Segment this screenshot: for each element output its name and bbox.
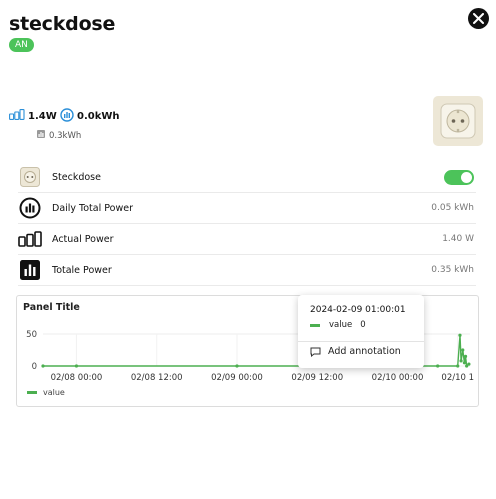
row-label: Totale Power xyxy=(52,264,112,276)
row-value: 0.05 kWh xyxy=(431,203,474,213)
daily-total-icon xyxy=(18,196,42,220)
tooltip-swatch xyxy=(310,323,320,327)
sub-energy-value: 0.3kWh xyxy=(49,130,82,141)
data-point[interactable] xyxy=(74,364,79,368)
row-label: Daily Total Power xyxy=(52,202,133,214)
status-badge: AN xyxy=(9,38,34,52)
data-point[interactable] xyxy=(41,364,45,368)
comment-icon xyxy=(310,347,321,357)
power-bars-icon xyxy=(9,109,25,123)
x-tick-label: 02/09 12:00 xyxy=(291,373,343,383)
tooltip-series-value: 0 xyxy=(360,320,366,330)
device-image xyxy=(433,96,483,146)
data-point[interactable] xyxy=(456,364,460,368)
row-steckdose[interactable]: Steckdose xyxy=(18,162,476,193)
power-value: 1.4W xyxy=(28,110,57,122)
close-button[interactable] xyxy=(468,8,489,29)
sub-energy-metric: 0.3kWh xyxy=(37,130,81,141)
x-tick-label: 02/08 12:00 xyxy=(131,373,183,383)
tooltip-series: value 0 xyxy=(310,320,366,330)
chart-tooltip: 2024-02-09 01:00:01 value 0 Add annotati… xyxy=(298,295,424,368)
row-value: 1.40 W xyxy=(442,234,474,244)
power-bars-icon xyxy=(18,227,42,251)
socket-icon xyxy=(440,103,476,139)
add-annotation-label: Add annotation xyxy=(328,346,401,357)
row-value: 0.35 kWh xyxy=(431,265,474,275)
chart-legend[interactable]: value xyxy=(27,388,65,397)
data-point[interactable] xyxy=(467,362,471,366)
row-actual-power[interactable]: Actual Power 1.40 W xyxy=(18,224,476,255)
row-daily-total-power[interactable]: Daily Total Power 0.05 kWh xyxy=(18,193,476,224)
add-annotation-button[interactable]: Add annotation xyxy=(310,346,401,357)
data-point[interactable] xyxy=(235,364,239,368)
data-point[interactable] xyxy=(458,333,462,337)
energy-value: 0.0kWh xyxy=(77,110,120,122)
row-label: Actual Power xyxy=(52,233,114,245)
row-totale-power[interactable]: Totale Power 0.35 kWh xyxy=(18,255,476,286)
x-tick-label: 02/10 1 xyxy=(441,373,474,383)
toggle-knob xyxy=(461,171,472,183)
energy-gauge-icon xyxy=(60,107,74,125)
page-title: steckdose xyxy=(9,13,116,35)
data-point[interactable] xyxy=(436,364,440,368)
tooltip-divider xyxy=(298,341,424,342)
data-point[interactable] xyxy=(459,359,463,363)
legend-label: value xyxy=(43,388,65,397)
data-point[interactable] xyxy=(461,348,465,352)
close-icon xyxy=(473,13,484,24)
data-point[interactable] xyxy=(463,354,468,358)
total-power-icon xyxy=(18,258,42,282)
small-chart-icon xyxy=(37,130,45,141)
power-toggle[interactable] xyxy=(444,169,474,185)
tooltip-date: 2024-02-09 01:00:01 xyxy=(310,305,406,315)
power-metric: 1.4W xyxy=(9,108,57,124)
tooltip-series-label: value xyxy=(329,320,353,330)
y-tick-label: 50 xyxy=(26,330,37,340)
row-label: Steckdose xyxy=(52,171,101,183)
energy-metric: 0.0kWh xyxy=(60,107,120,125)
x-tick-label: 02/10 00:00 xyxy=(372,373,424,383)
legend-swatch xyxy=(27,391,37,394)
x-tick-label: 02/08 00:00 xyxy=(51,373,103,383)
y-tick-label: 0 xyxy=(32,362,37,372)
x-tick-label: 02/09 00:00 xyxy=(211,373,263,383)
socket-icon xyxy=(18,165,42,189)
data-point[interactable] xyxy=(462,361,467,365)
